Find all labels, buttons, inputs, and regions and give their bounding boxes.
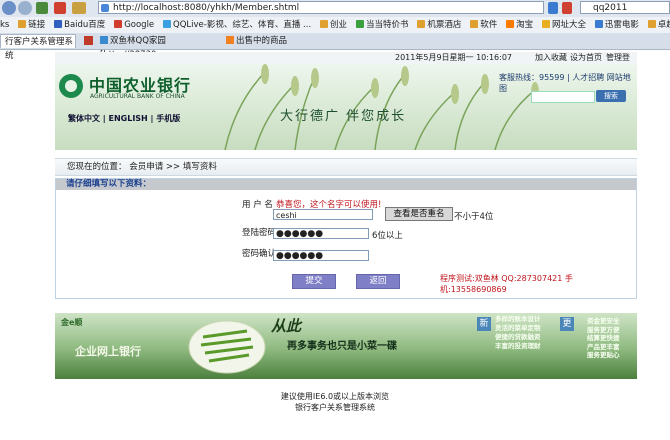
confirm-password-label: 密码确认: [242, 249, 277, 259]
forward-icon[interactable]: [18, 1, 32, 15]
qqlive-icon: [163, 20, 172, 28]
bank-name-en: AGRICULTURAL BANK OF CHINA: [90, 93, 185, 100]
tab-close-icon[interactable]: [84, 36, 93, 45]
page-icon: [101, 4, 109, 12]
folder-icon: [647, 20, 656, 28]
fav-item[interactable]: Google: [114, 17, 154, 33]
fav-item[interactable]: 卓越商城: [647, 17, 670, 33]
promo-banner[interactable]: 金e顺 企业网上银行 从此 再多事务也只是小菜一碟 新 更 多样的账本设计 灵活的…: [55, 313, 637, 379]
password-input[interactable]: ●●●●●●: [273, 228, 369, 239]
site-banner: 中国农业银行 AGRICULTURAL BANK OF CHINA 繁体中文 |…: [55, 64, 637, 150]
google-icon: [114, 20, 123, 28]
form-heading: 请仔细填写以下资料：: [56, 179, 636, 190]
fav-item[interactable]: 机票酒店: [417, 17, 461, 33]
username-hint: 不小于4位: [454, 212, 494, 222]
qq-icon: [100, 36, 108, 44]
tab-bar: 行客户关系管理系统 双鱼林QQ家园 [http://28730... 出售中的商…: [0, 33, 670, 61]
close-page-icon[interactable]: [562, 2, 572, 14]
check-duplicate-button[interactable]: 查看是否重名: [385, 207, 453, 221]
back-icon[interactable]: [2, 1, 16, 15]
folder-icon: [18, 20, 27, 28]
abc-logo-icon: [59, 74, 83, 98]
link-favorite[interactable]: 加入收藏: [535, 52, 567, 64]
favorites-bar: ks 链接 Baidu百度 Google QQLive-影视、综艺、体育、直播 …: [0, 17, 670, 34]
promo-left-text: 企业网上银行: [75, 345, 141, 358]
promo-brand: 金e顺: [61, 318, 83, 327]
footer: 建议使用IE6.0或以上版本浏览 银行客户关系管理系统: [0, 391, 670, 413]
site-search-input[interactable]: [531, 91, 595, 103]
plate-image: [188, 320, 266, 374]
fav-item[interactable]: 软件: [470, 17, 497, 33]
address-bar-row: http://localhost:8080/yhkh/Member.shtml …: [0, 0, 670, 18]
site-search-button[interactable]: 搜索: [596, 90, 626, 102]
fav-item[interactable]: 链接: [18, 17, 45, 33]
fav-item[interactable]: 迅雷电影: [594, 17, 639, 33]
username-label: 用 户 名: [242, 200, 273, 210]
go-icon[interactable]: [548, 2, 558, 14]
tab[interactable]: 出售中的商品: [222, 34, 332, 48]
back-button[interactable]: 返回: [356, 274, 400, 289]
password-hint: 6位以上: [372, 231, 403, 241]
promo-features-right: 资金更安全 服务更方便 结算更快捷 产品更丰富 服务更贴心: [587, 317, 620, 359]
taobao-icon: [506, 20, 515, 28]
confirm-password-input[interactable]: ●●●●●●: [273, 250, 369, 261]
refresh-icon[interactable]: [36, 2, 48, 14]
footer-browser-note: 建议使用IE6.0或以上版本浏览: [280, 392, 390, 401]
fav-item[interactable]: 创业: [320, 17, 347, 33]
submit-button[interactable]: 提交: [292, 274, 336, 289]
tab[interactable]: 双鱼林QQ家园 [http://28730...: [96, 34, 220, 60]
dangdang-icon: [355, 20, 364, 28]
promo-title: 从此: [271, 317, 302, 335]
folder-icon: [320, 20, 329, 28]
badge-more: 更: [560, 317, 574, 331]
developer-contact: 程序测试:双鱼林 QQ:287307421 手机:13558690869: [440, 274, 573, 294]
fav-item[interactable]: QQLive-影视、综艺、体育、直播 ...: [163, 17, 311, 33]
badge-new: 新: [477, 317, 491, 331]
register-form: 请仔细填写以下资料： 用 户 名 恭喜您，这个名字可以使用! ceshi 查看是…: [55, 178, 637, 299]
fav-item[interactable]: 网址大全: [542, 17, 586, 33]
folder-icon: [470, 20, 479, 28]
xunlei-icon: [594, 20, 603, 28]
promo-features-mid: 多样的账本设计 灵活的菜单定制 便捷的贷款融资 丰富的投资理财: [495, 315, 541, 350]
fav-item[interactable]: ks: [0, 17, 9, 33]
link-homepage[interactable]: 设为首页: [570, 52, 602, 64]
footer-system-name: 银行客户关系管理系统: [295, 403, 375, 412]
shop-icon: [226, 36, 234, 44]
browser-search-input[interactable]: qq2011: [580, 1, 670, 14]
fav-item[interactable]: 淘宝: [506, 17, 533, 33]
stop-icon[interactable]: [54, 2, 66, 14]
url-input[interactable]: http://localhost:8080/yhkh/Member.shtml: [98, 1, 544, 14]
fav-item[interactable]: 当当特价书: [355, 17, 408, 33]
breadcrumb: 您现在的位置： 会员申请 >> 填写资料: [55, 158, 637, 176]
language-links[interactable]: 繁体中文 | ENGLISH | 手机版: [68, 113, 180, 124]
datetime: 2011年5月9日星期一 10:16:07: [395, 53, 513, 62]
folder-icon: [417, 20, 426, 28]
url-text: http://localhost:8080/yhkh/Member.shtml: [113, 3, 300, 13]
password-label: 登陆密码: [242, 228, 277, 238]
star-icon: [542, 20, 550, 28]
promo-subtitle: 再多事务也只是小菜一碟: [287, 341, 397, 352]
username-input[interactable]: ceshi: [273, 209, 373, 220]
baidu-icon: [54, 20, 63, 28]
home-icon[interactable]: [72, 2, 86, 14]
tab-active[interactable]: 行客户关系管理系统: [0, 34, 76, 61]
slogan: 大行德广 伴您成长: [280, 109, 407, 124]
fav-item[interactable]: Baidu百度: [54, 17, 105, 33]
